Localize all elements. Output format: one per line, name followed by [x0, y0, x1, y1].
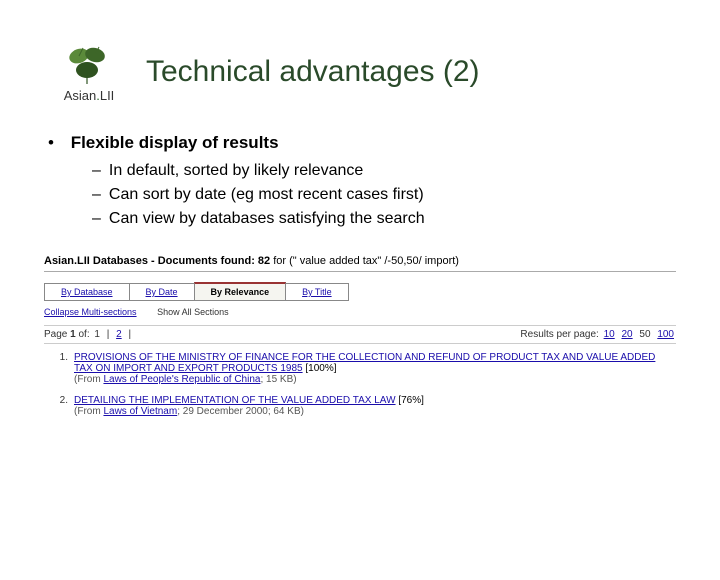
slide-content: Flexible display of results In default, …: [48, 133, 672, 231]
result-title-link[interactable]: PROVISIONS OF THE MINISTRY OF FINANCE FO…: [74, 352, 655, 374]
tab-by-date[interactable]: By Date: [129, 283, 195, 301]
logo-graphic-icon: [59, 40, 119, 86]
result-number: 2.: [44, 395, 68, 417]
rpp-100[interactable]: 100: [657, 329, 674, 340]
result-relevance: [100%]: [305, 363, 336, 374]
section-toggle-row: Collapse Multi-sections Show All Section…: [44, 307, 676, 317]
rpp-10[interactable]: 10: [604, 329, 615, 340]
tab-by-database[interactable]: By Database: [44, 283, 130, 301]
result-relevance: [76%]: [398, 395, 424, 406]
slide-title: Technical advantages (2): [146, 55, 480, 89]
result-title-link[interactable]: DETAILING THE IMPLEMENTATION OF THE VALU…: [74, 395, 396, 406]
result-item: 1. PROVISIONS OF THE MINISTRY OF FINANCE…: [44, 352, 676, 385]
tab-by-relevance[interactable]: By Relevance: [194, 282, 287, 301]
page-indicator: Page 1 of: 1 | 2 |: [44, 329, 133, 340]
rpp-20[interactable]: 20: [622, 329, 633, 340]
logo-text: Asian.LII: [64, 88, 115, 103]
collapse-multi-sections-link[interactable]: Collapse Multi-sections: [44, 307, 137, 317]
result-item: 2. DETAILING THE IMPLEMENTATION OF THE V…: [44, 395, 676, 417]
page-link-2[interactable]: 2: [116, 329, 122, 340]
bullet-main: Flexible display of results: [71, 133, 279, 152]
sub-bullet: Can view by databases satisfying the sea…: [92, 207, 672, 231]
sub-bullet: Can sort by date (eg most recent cases f…: [92, 183, 672, 207]
results-per-page: Results per page: 10 20 50 100: [520, 329, 676, 340]
tab-by-title[interactable]: By Title: [285, 283, 349, 301]
sub-bullet: In default, sorted by likely relevance: [92, 159, 672, 183]
results-panel: Asian.LII Databases - Documents found: 8…: [0, 253, 720, 417]
show-all-sections: Show All Sections: [157, 307, 229, 317]
result-number: 1.: [44, 352, 68, 385]
page-current: 1: [94, 329, 100, 340]
results-header: Asian.LII Databases - Documents found: 8…: [44, 253, 676, 272]
result-source: (From Laws of Vietnam; 29 December 2000;…: [74, 406, 304, 417]
result-source-link[interactable]: Laws of Vietnam: [103, 406, 177, 417]
result-source: (From Laws of People's Republic of China…: [74, 374, 297, 385]
result-source-link[interactable]: Laws of People's Republic of China: [103, 374, 260, 385]
logo: Asian.LII: [48, 40, 130, 103]
sort-tabs: By Database By Date By Relevance By Titl…: [44, 282, 676, 301]
result-list: 1. PROVISIONS OF THE MINISTRY OF FINANCE…: [44, 352, 676, 417]
rpp-50: 50: [639, 329, 650, 340]
pager-row: Page 1 of: 1 | 2 | Results per page: 10 …: [44, 325, 676, 344]
